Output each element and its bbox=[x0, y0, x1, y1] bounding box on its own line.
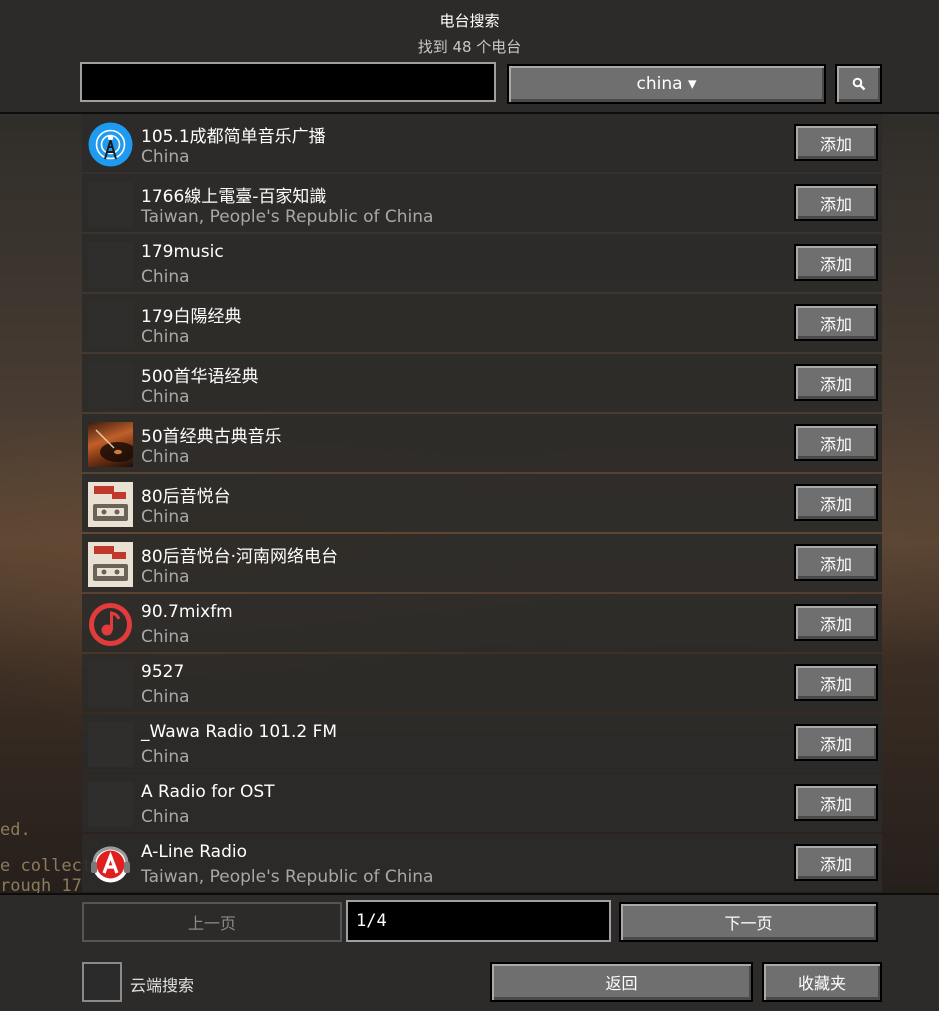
add-button[interactable]: 添加 bbox=[794, 844, 878, 881]
station-name: 9527 bbox=[141, 662, 185, 682]
station-country: China bbox=[141, 447, 190, 467]
station-country: Taiwan, People's Republic of China bbox=[141, 207, 434, 227]
favorites-button[interactable]: 收藏夹 bbox=[762, 962, 882, 1002]
search-icon bbox=[852, 77, 865, 91]
station-country: China bbox=[141, 627, 190, 647]
back-button[interactable]: 返回 bbox=[490, 962, 753, 1002]
station-name: 105.1成都简单音乐广播 bbox=[141, 127, 326, 147]
station-country: China bbox=[141, 147, 190, 167]
search-button[interactable] bbox=[835, 64, 882, 104]
add-button[interactable]: 添加 bbox=[794, 364, 878, 401]
search-input[interactable] bbox=[80, 62, 496, 102]
station-thumbnail bbox=[88, 182, 133, 227]
background-chat-text: e collect bbox=[0, 856, 93, 876]
list-item: 50首经典古典音乐 China 添加 bbox=[82, 414, 882, 472]
radio-tower-icon bbox=[88, 122, 133, 167]
station-name: 50首经典古典音乐 bbox=[141, 427, 282, 447]
vinyl-record-photo bbox=[88, 422, 136, 467]
list-item: 80后音悦台 China 添加 bbox=[82, 474, 882, 532]
station-thumbnail bbox=[88, 722, 133, 767]
list-item: 500首华语经典 China 添加 bbox=[82, 354, 882, 412]
cloud-search-checkbox[interactable] bbox=[82, 962, 122, 1002]
list-item: 179music China 添加 bbox=[82, 234, 882, 292]
list-item: 1766線上電臺-百家知識 Taiwan, People's Republic … bbox=[82, 174, 882, 232]
station-thumbnail bbox=[88, 242, 133, 287]
list-item: 105.1成都简单音乐广播 China 添加 bbox=[82, 114, 882, 172]
station-name: 90.7mixfm bbox=[141, 602, 233, 622]
add-button[interactable]: 添加 bbox=[794, 484, 878, 521]
page-number-input[interactable]: 1/4 bbox=[346, 900, 611, 942]
station-thumbnail bbox=[88, 302, 133, 347]
add-button[interactable]: 添加 bbox=[794, 244, 878, 281]
cloud-search-label: 云端搜索 bbox=[130, 976, 195, 995]
station-thumbnail bbox=[88, 782, 133, 827]
station-country: China bbox=[141, 267, 190, 287]
station-name: 179music bbox=[141, 242, 224, 262]
list-item: 179白陽经典 China 添加 bbox=[82, 294, 882, 352]
list-item: A-Line Radio Taiwan, People's Republic o… bbox=[82, 834, 882, 892]
page-title: 电台搜索 bbox=[439, 12, 500, 30]
station-country: China bbox=[141, 387, 190, 407]
station-name: A Radio for OST bbox=[141, 782, 275, 802]
add-button[interactable]: 添加 bbox=[794, 664, 878, 701]
station-name: 80后音悦台·河南网络电台 bbox=[141, 547, 339, 567]
next-page-button[interactable]: 下一页 bbox=[619, 902, 878, 942]
music-note-circle-icon bbox=[88, 602, 133, 647]
station-name: _Wawa Radio 101.2 FM bbox=[141, 722, 338, 742]
station-country: China bbox=[141, 567, 190, 587]
country-filter-dropdown[interactable]: china ▾ bbox=[507, 64, 826, 104]
station-country: China bbox=[141, 507, 190, 527]
station-thumbnail bbox=[88, 362, 133, 407]
result-count: 找到 48 个电台 bbox=[417, 38, 522, 56]
prev-page-button[interactable]: 上一页 bbox=[82, 902, 342, 942]
list-item: _Wawa Radio 101.2 FM China 添加 bbox=[82, 714, 882, 772]
station-country: China bbox=[141, 807, 190, 827]
background-chat-text: ed. bbox=[0, 820, 31, 840]
station-name: 500首华语经典 bbox=[141, 367, 259, 387]
station-country: China bbox=[141, 327, 190, 347]
station-name: 1766線上電臺-百家知識 bbox=[141, 187, 327, 207]
list-item: 9527 China 添加 bbox=[82, 654, 882, 712]
list-item: 90.7mixfm China 添加 bbox=[82, 594, 882, 652]
list-item: A Radio for OST China 添加 bbox=[82, 774, 882, 832]
cassette-logo bbox=[88, 482, 133, 527]
station-name: 179白陽经典 bbox=[141, 307, 242, 327]
station-list[interactable]: 105.1成都简单音乐广播 China 添加 1766線上電臺-百家知識 Tai… bbox=[82, 112, 882, 893]
add-button[interactable]: 添加 bbox=[794, 424, 878, 461]
station-country: Taiwan, People's Republic of China bbox=[141, 867, 434, 887]
station-country: China bbox=[141, 747, 190, 767]
add-button[interactable]: 添加 bbox=[794, 724, 878, 761]
add-button[interactable]: 添加 bbox=[794, 124, 878, 161]
station-name: A-Line Radio bbox=[141, 842, 247, 862]
add-button[interactable]: 添加 bbox=[794, 544, 878, 581]
list-item: 80后音悦台·河南网络电台 China 添加 bbox=[82, 534, 882, 592]
add-button[interactable]: 添加 bbox=[794, 604, 878, 641]
station-thumbnail bbox=[88, 662, 133, 707]
station-name: 80后音悦台 bbox=[141, 487, 231, 507]
station-country: China bbox=[141, 687, 190, 707]
add-button[interactable]: 添加 bbox=[794, 184, 878, 221]
add-button[interactable]: 添加 bbox=[794, 784, 878, 821]
add-button[interactable]: 添加 bbox=[794, 304, 878, 341]
a-line-logo bbox=[88, 842, 133, 887]
cassette-logo bbox=[88, 542, 133, 587]
